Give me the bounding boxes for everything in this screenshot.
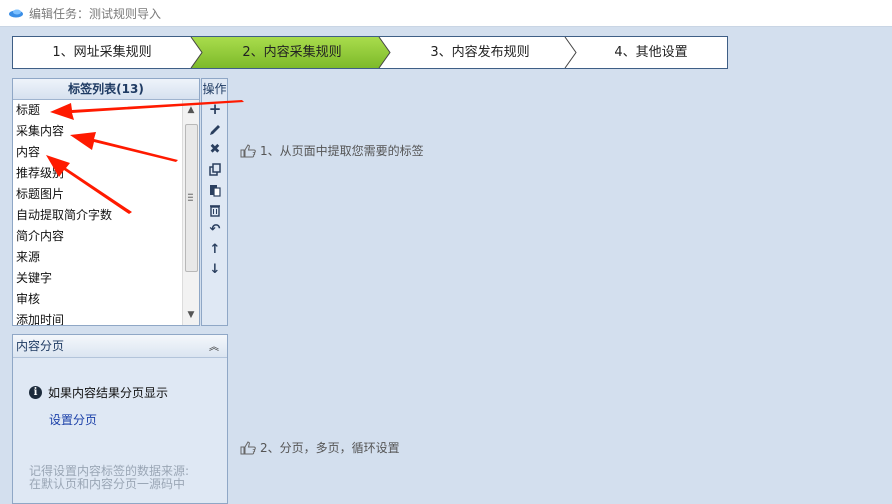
wizard-step-content-rules[interactable]: 2、内容采集规则 (202, 37, 382, 68)
operations-panel: 操作 + ✖ ↶ ↑ ↓ (201, 78, 228, 326)
tag-item-review[interactable]: 审核 (13, 289, 183, 310)
content-paging-header: 内容分页 (13, 335, 227, 358)
operations-header: 操作 (202, 82, 227, 96)
tag-item-summary[interactable]: 简介内容 (13, 226, 183, 247)
scrollbar-thumb[interactable]: ━ ━ ━ (185, 124, 198, 272)
arrow-up-icon[interactable]: ↑ (207, 242, 223, 258)
tag-item-title-image[interactable]: 标题图片 (13, 184, 183, 205)
tag-item-source[interactable]: 来源 (13, 247, 183, 268)
tag-item-add-time[interactable]: 添加时间 (13, 310, 183, 325)
wizard-step-url-rules[interactable]: 1、网址采集规则 (13, 37, 191, 68)
tag-item-keywords[interactable]: 关键字 (13, 268, 183, 289)
undo-icon[interactable]: ↶ (207, 222, 223, 238)
tag-list-panel: 标签列表(13) 标题 采集内容 内容 推荐级别 标题图片 自动提取简介字数 简… (12, 78, 200, 326)
window-titlebar: 编辑任务：测试规则导入 (0, 0, 892, 27)
hint-extract-tags: 1、从页面中提取您需要的标签 (239, 142, 424, 159)
tag-item-collect-content[interactable]: 采集内容 (13, 121, 183, 142)
content-paging-panel: 内容分页 ︽ i 如果内容结果分页显示 设置分页 记得设置内容标签的数据来源: … (12, 334, 228, 504)
pointing-hand-icon (240, 441, 256, 455)
delete-icon[interactable]: ✖ (207, 142, 223, 158)
copy-icon[interactable] (207, 162, 223, 178)
collapse-icon[interactable]: ︽ (209, 338, 219, 353)
tag-item-title[interactable]: 标题 (13, 100, 183, 121)
wizard-step-publish-rules[interactable]: 3、内容发布规则 (390, 37, 570, 68)
app-logo-icon (9, 9, 23, 18)
set-paging-link[interactable]: 设置分页 (49, 411, 97, 428)
hint-paging-text: 2、分页，多页，循环设置 (260, 441, 400, 455)
arrow-down-icon[interactable]: ↓ (207, 262, 223, 278)
info-icon: i (29, 386, 42, 399)
tag-item-recommend-level[interactable]: 推荐级别 (13, 163, 183, 184)
pencil-icon[interactable] (207, 122, 223, 138)
paging-note: 记得设置内容标签的数据来源: 在默认页和内容分页一源码中 (29, 465, 189, 491)
paging-note-line2: 在默认页和内容分页一源码中 (29, 477, 186, 491)
paste-icon[interactable] (207, 182, 223, 198)
plus-icon[interactable]: + (207, 101, 223, 117)
tag-list: 标题 采集内容 内容 推荐级别 标题图片 自动提取简介字数 简介内容 来源 关键… (13, 100, 183, 325)
pointing-hand-icon (240, 144, 256, 158)
paging-info-row: i 如果内容结果分页显示 (29, 384, 168, 401)
tag-list-header: 标签列表(13) (13, 79, 199, 100)
tag-list-scrollbar[interactable]: ▲ ━ ━ ━ ▼ (182, 100, 199, 325)
tag-item-auto-summary-length[interactable]: 自动提取简介字数 (13, 205, 183, 226)
hint-extract-tags-text: 1、从页面中提取您需要的标签 (260, 144, 424, 158)
scroll-up-icon[interactable]: ▲ (183, 102, 199, 118)
paging-info-text: 如果内容结果分页显示 (48, 386, 169, 400)
wizard-step-other-settings[interactable]: 4、其他设置 (576, 37, 726, 68)
tag-item-content[interactable]: 内容 (13, 142, 183, 163)
hint-paging: 2、分页，多页，循环设置 (239, 439, 400, 456)
grip-icon: ━ ━ ━ (188, 190, 193, 205)
scroll-down-icon[interactable]: ▼ (183, 307, 199, 323)
trash-icon[interactable] (207, 202, 223, 218)
wizard-steps: 1、网址采集规则 2、内容采集规则 3、内容发布规则 4、其他设置 (12, 36, 728, 69)
window-title: 编辑任务：测试规则导入 (29, 6, 162, 21)
